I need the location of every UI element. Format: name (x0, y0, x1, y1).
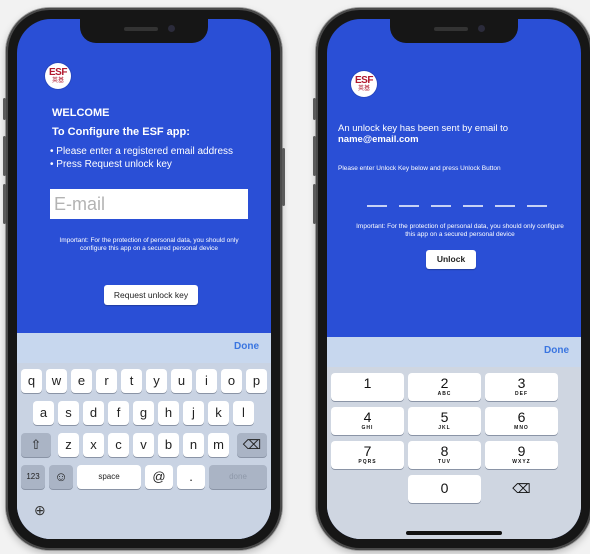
logo-text: ESF (355, 75, 373, 86)
key-3[interactable]: 3 DEF (485, 373, 558, 401)
key-t[interactable]: t (121, 369, 142, 393)
key-b[interactable]: b (158, 433, 179, 457)
key-m[interactable]: m (208, 433, 229, 457)
key-g[interactable]: g (133, 401, 154, 425)
key-y[interactable]: y (146, 369, 167, 393)
key-h[interactable]: h (158, 401, 179, 425)
mute-switch (313, 98, 316, 120)
key-z[interactable]: z (58, 433, 79, 457)
key-7[interactable]: 7 PQRS (331, 441, 404, 469)
esf-logo: ESF 英基 (45, 63, 71, 89)
key-digit-slot (367, 205, 387, 207)
emoji-key[interactable]: ☺ (49, 465, 73, 489)
key-w[interactable]: w (46, 369, 67, 393)
blank-key (331, 475, 404, 503)
key-c[interactable]: c (108, 433, 129, 457)
welcome-title: WELCOME (52, 107, 110, 119)
logo-chinese: 英基 (51, 78, 64, 84)
keyboard: Done q w e r t y u i o p a s d f g h j k… (17, 333, 271, 539)
key-4[interactable]: 4 GHI (331, 407, 404, 435)
keyboard-keys: q w e r t y u i o p a s d f g h j k l ⇧ … (17, 363, 271, 539)
delete-icon: ⌫ (512, 481, 531, 496)
volume-down-button (3, 184, 6, 224)
key-8[interactable]: 8 TUV (408, 441, 481, 469)
unlock-sent-message: An unlock key has been sent by email to (338, 123, 509, 134)
right-screen: ESF 英基 An unlock key has been sent by em… (327, 19, 581, 539)
key-f[interactable]: f (108, 401, 129, 425)
recipient-email: name@email.com (338, 134, 419, 145)
dot-key[interactable]: . (177, 465, 205, 489)
key-digit-slot (399, 205, 419, 207)
phone-right: ESF 英基 An unlock key has been sent by em… (313, 8, 590, 550)
shift-key[interactable]: ⇧ (21, 433, 51, 457)
globe-icon[interactable]: ⊕ (34, 502, 46, 519)
return-key[interactable]: done (209, 465, 267, 489)
unlock-button[interactable]: Unlock (426, 250, 476, 269)
key-digit-slot (495, 205, 515, 207)
numeric-keypad: Done 1 2 ABC 3 DEF 4 GHI 5 JKL 6 MNO 7 PQRS 8T… (327, 337, 581, 539)
key-a[interactable]: a (33, 401, 54, 425)
key-v[interactable]: v (133, 433, 154, 457)
mute-switch (3, 98, 6, 120)
instruction-request: • Press Request unlock key (50, 159, 172, 170)
key-q[interactable]: q (21, 369, 42, 393)
done-button[interactable]: Done (544, 345, 569, 356)
phone-left: ESF 英基 WELCOME To Configure the ESF app:… (3, 8, 285, 550)
delete-icon: ⌫ (242, 437, 262, 452)
notch (390, 19, 518, 43)
privacy-note: Important: For the protection of persona… (59, 237, 239, 252)
key-0[interactable]: 0 (408, 475, 481, 503)
key-u[interactable]: u (171, 369, 192, 393)
request-unlock-key-button[interactable]: Request unlock key (104, 285, 198, 305)
key-r[interactable]: r (96, 369, 117, 393)
volume-down-button (313, 184, 316, 224)
keypad-keys: 1 2 ABC 3 DEF 4 GHI 5 JKL 6 MNO 7 PQRS 8 TUV 9W… (327, 367, 581, 539)
instruction-email: • Please enter a registered email addres… (50, 146, 234, 157)
key-x[interactable]: x (83, 433, 104, 457)
key-6[interactable]: 6 MNO (485, 407, 558, 435)
key-digit-slot (431, 205, 451, 207)
email-input[interactable] (50, 189, 248, 219)
unlock-instruction: Please enter Unlock Key below and press … (338, 165, 501, 172)
key-j[interactable]: j (183, 401, 204, 425)
key-1[interactable]: 1 (331, 373, 404, 401)
logo-chinese: 英基 (357, 86, 370, 92)
key-2[interactable]: 2 ABC (408, 373, 481, 401)
key-e[interactable]: e (71, 369, 92, 393)
key-k[interactable]: k (208, 401, 229, 425)
delete-key[interactable]: ⌫ (237, 433, 267, 457)
keypad-toolbar: Done (327, 337, 581, 367)
power-button (282, 148, 285, 206)
privacy-note: Important: For the protection of persona… (356, 223, 564, 238)
key-5[interactable]: 5 JKL (408, 407, 481, 435)
done-button[interactable]: Done (234, 341, 259, 352)
delete-key[interactable]: ⌫ (485, 475, 558, 503)
configure-subtitle: To Configure the ESF app: (52, 126, 190, 138)
key-s[interactable]: s (58, 401, 79, 425)
key-digit-slot (527, 205, 547, 207)
key-p[interactable]: p (246, 369, 267, 393)
volume-up-button (313, 136, 316, 176)
unlock-key-input[interactable] (367, 205, 547, 209)
key-i[interactable]: i (196, 369, 217, 393)
left-screen: ESF 英基 WELCOME To Configure the ESF app:… (17, 19, 271, 539)
notch (80, 19, 208, 43)
key-d[interactable]: d (83, 401, 104, 425)
shift-icon: ⇧ (30, 437, 42, 452)
key-digit-slot (463, 205, 483, 207)
key-9[interactable]: 9 WXYZ (485, 441, 558, 469)
space-key[interactable]: space (77, 465, 141, 489)
key-l[interactable]: l (233, 401, 254, 425)
numbers-key[interactable]: 123 (21, 465, 45, 489)
key-n[interactable]: n (183, 433, 204, 457)
volume-up-button (3, 136, 6, 176)
logo-text: ESF (49, 67, 67, 78)
esf-logo: ESF 英基 (351, 71, 377, 97)
keyboard-toolbar: Done (17, 333, 271, 363)
emoji-icon: ☺ (54, 469, 68, 484)
home-indicator (406, 531, 502, 535)
at-key[interactable]: @ (145, 465, 173, 489)
key-o[interactable]: o (221, 369, 242, 393)
